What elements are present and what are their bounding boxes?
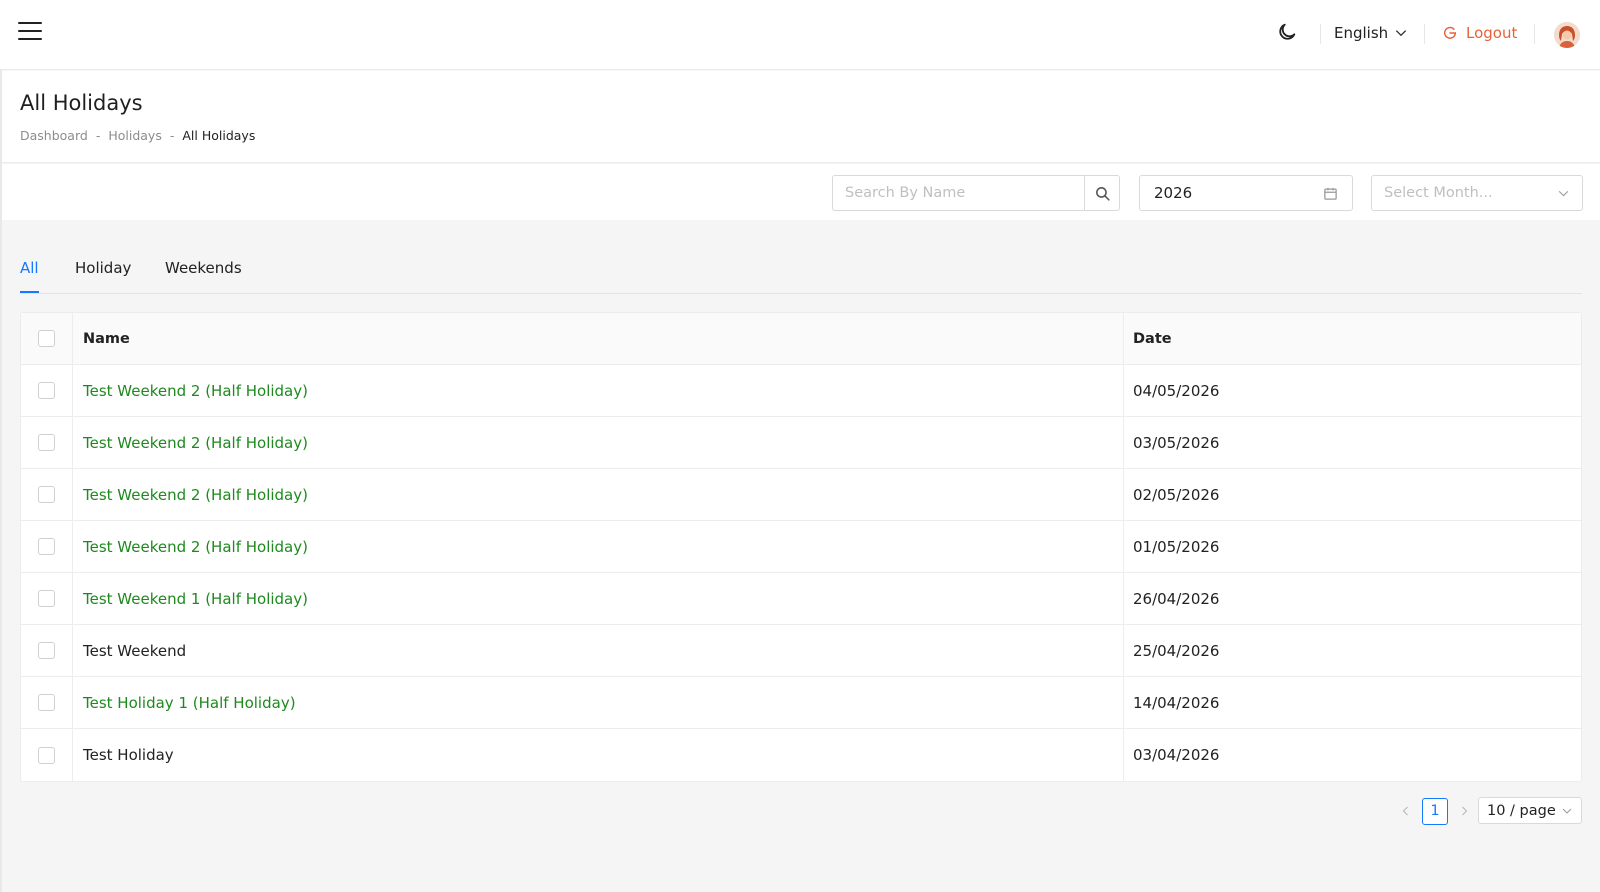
row-checkbox[interactable] (38, 642, 55, 659)
column-header-date[interactable]: Date (1124, 313, 1581, 364)
user-avatar[interactable] (1554, 22, 1580, 48)
row-checkbox-cell (21, 573, 73, 624)
chevron-down-icon (1562, 808, 1572, 814)
hamburger-menu-icon[interactable] (18, 22, 42, 44)
row-checkbox[interactable] (38, 434, 55, 451)
date-cell: 04/05/2026 (1133, 381, 1220, 400)
month-select[interactable]: Select Month... (1371, 175, 1583, 211)
table-row: Test Weekend 2 (Half Holiday) 04/05/2026 (21, 365, 1581, 417)
page-number[interactable]: 1 (1422, 797, 1448, 825)
row-checkbox[interactable] (38, 590, 55, 607)
holidays-table: Name Date Test Weekend 2 (Half Holiday) 0… (20, 312, 1582, 782)
header-checkbox-cell (21, 313, 73, 364)
month-placeholder: Select Month... (1384, 185, 1493, 201)
row-checkbox-cell (21, 417, 73, 468)
holiday-name[interactable]: Test Weekend 2 (Half Holiday) (83, 382, 308, 400)
year-value: 2026 (1154, 184, 1193, 202)
chevron-right-icon (1462, 806, 1468, 816)
tab-weekends[interactable]: Weekends (165, 259, 242, 293)
table-row: Test Weekend 2 (Half Holiday) 03/05/2026 (21, 417, 1581, 469)
date-cell: 25/04/2026 (1133, 641, 1220, 660)
select-all-checkbox[interactable] (38, 330, 55, 347)
page-size-label: 10 / page (1487, 802, 1556, 819)
row-checkbox-cell (21, 365, 73, 416)
language-select[interactable]: English (1334, 24, 1408, 42)
logout-button[interactable]: Logout (1442, 24, 1517, 42)
page-header: All Holidays Dashboard - Holidays - All … (2, 71, 1600, 163)
holiday-name[interactable]: Test Weekend 2 (Half Holiday) (83, 538, 308, 556)
name-cell: Test Weekend 2 (Half Holiday) (73, 417, 1124, 468)
table-row: Test Holiday 03/04/2026 (21, 729, 1581, 781)
search-button[interactable] (1084, 175, 1120, 211)
name-cell: Test Weekend 2 (Half Holiday) (73, 365, 1124, 416)
date-cell: 03/04/2026 (1133, 746, 1220, 764)
chevron-down-icon (1396, 30, 1407, 37)
table-header-row: Name Date (21, 313, 1581, 365)
row-checkbox-cell (21, 729, 73, 781)
calendar-icon (1324, 187, 1337, 200)
date-cell: 03/05/2026 (1133, 433, 1220, 452)
breadcrumb-separator: - (95, 128, 101, 143)
tab-bar: All Holiday Weekends (20, 254, 1582, 294)
table-row: Test Weekend 2 (Half Holiday) 02/05/2026 (21, 469, 1581, 521)
page-size-select[interactable]: 10 / page (1478, 797, 1582, 824)
holiday-name: Test Holiday (83, 746, 174, 764)
logout-icon (1443, 26, 1457, 39)
page-title: All Holidays (20, 91, 143, 115)
breadcrumb-dashboard[interactable]: Dashboard (20, 128, 88, 143)
row-checkbox[interactable] (38, 746, 55, 764)
chevron-down-icon (1558, 190, 1569, 196)
table-row: Test Weekend 1 (Half Holiday) 26/04/2026 (21, 573, 1581, 625)
table-row: Test Weekend 2 (Half Holiday) 01/05/2026 (21, 521, 1581, 573)
tab-all[interactable]: All (20, 259, 39, 293)
breadcrumb-holidays[interactable]: Holidays (108, 128, 162, 143)
search-input[interactable] (832, 175, 1084, 211)
prev-page-button[interactable] (1396, 798, 1416, 824)
name-cell: Test Holiday 1 (Half Holiday) (73, 677, 1124, 728)
language-label: English (1334, 24, 1389, 42)
name-cell: Test Weekend 2 (Half Holiday) (73, 469, 1124, 520)
date-cell: 01/05/2026 (1133, 537, 1220, 556)
search-icon (1095, 186, 1110, 201)
divider (1534, 24, 1535, 44)
column-header-name[interactable]: Name (73, 313, 1124, 364)
tab-holiday[interactable]: Holiday (75, 259, 131, 293)
row-checkbox-cell (21, 521, 73, 572)
row-checkbox-cell (21, 625, 73, 676)
pagination: 1 (1396, 797, 1474, 825)
name-cell: Test Weekend (73, 625, 1124, 676)
row-checkbox-cell (21, 677, 73, 728)
chevron-left-icon (1402, 806, 1408, 816)
year-picker[interactable]: 2026 (1139, 175, 1353, 211)
row-checkbox[interactable] (38, 538, 55, 555)
date-cell: 26/04/2026 (1133, 589, 1220, 608)
row-checkbox[interactable] (38, 694, 55, 711)
breadcrumb-separator: - (169, 128, 175, 143)
table-row: Test Holiday 1 (Half Holiday) 14/04/2026 (21, 677, 1581, 729)
holiday-name[interactable]: Test Holiday 1 (Half Holiday) (83, 694, 296, 712)
divider (1424, 24, 1425, 44)
date-cell: 14/04/2026 (1133, 693, 1220, 712)
divider (1320, 24, 1321, 44)
name-cell: Test Weekend 2 (Half Holiday) (73, 521, 1124, 572)
table-row: Test Weekend 25/04/2026 (21, 625, 1581, 677)
name-cell: Test Holiday (73, 729, 1124, 781)
row-checkbox[interactable] (38, 382, 55, 399)
date-cell: 02/05/2026 (1133, 485, 1220, 504)
holiday-name[interactable]: Test Weekend 2 (Half Holiday) (83, 486, 308, 504)
name-cell: Test Weekend 1 (Half Holiday) (73, 573, 1124, 624)
filter-bar: 2026 Select Month... (2, 164, 1600, 220)
search-group (832, 175, 1120, 211)
holiday-name: Test Weekend (83, 641, 187, 660)
next-page-button[interactable] (1454, 798, 1474, 824)
row-checkbox[interactable] (38, 486, 55, 503)
breadcrumb: Dashboard - Holidays - All Holidays (20, 128, 255, 143)
holiday-name[interactable]: Test Weekend 1 (Half Holiday) (83, 590, 308, 608)
top-bar: English Logout (0, 0, 1600, 70)
logout-label: Logout (1466, 24, 1518, 42)
breadcrumb-current: All Holidays (182, 128, 256, 143)
holiday-name[interactable]: Test Weekend 2 (Half Holiday) (83, 434, 308, 452)
moon-icon[interactable] (1276, 21, 1300, 45)
row-checkbox-cell (21, 469, 73, 520)
